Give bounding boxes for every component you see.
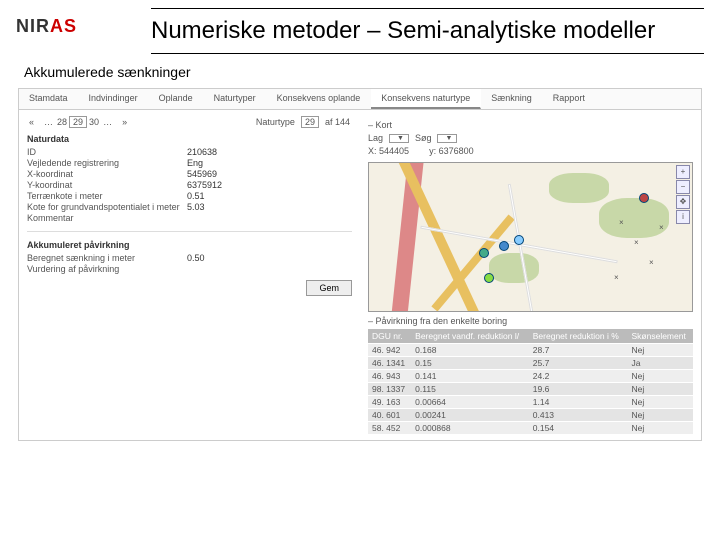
impact-table: DGU nr.Beregnet vandf. reduktion l/Bereg… [368, 329, 693, 434]
subtitle: Akkumulerede sænkninger [24, 64, 720, 80]
field-label: Kote for grundvandspotentialet i meter [27, 202, 187, 212]
field-label: Terrænkote i meter [27, 191, 187, 201]
tab-2[interactable]: Oplande [149, 89, 204, 109]
field-value: 5.03 [187, 202, 205, 212]
col-header: Skønselement [628, 329, 694, 344]
field-label: Kommentar [27, 213, 187, 223]
table-row[interactable]: 46. 9420.16828.7Nej [368, 344, 693, 357]
field-label: ID [27, 147, 187, 157]
info-icon[interactable]: i [676, 210, 690, 224]
map-point[interactable] [484, 273, 494, 283]
field-value: 6375912 [187, 180, 222, 190]
table-row[interactable]: 98. 13370.11519.6Nej [368, 383, 693, 396]
pager-page[interactable]: 30 [87, 117, 101, 127]
table-row[interactable]: 49. 1630.006641.14Nej [368, 396, 693, 409]
ptitle: – Påvirkning fra den enkelte boring [368, 316, 693, 326]
col-header: Beregnet reduktion i % [529, 329, 628, 344]
field-label: Beregnet sænkning i meter [27, 253, 187, 263]
field-label: Vejledende registrering [27, 158, 187, 168]
tab-0[interactable]: Stamdata [19, 89, 79, 109]
pager-page[interactable]: 29 [69, 116, 87, 128]
col-header: DGU nr. [368, 329, 411, 344]
field-label: Y-koordinat [27, 180, 187, 190]
pager-page[interactable]: … [42, 117, 55, 127]
field-value: 545969 [187, 169, 217, 179]
tab-3[interactable]: Naturtyper [204, 89, 267, 109]
map-point[interactable] [479, 248, 489, 258]
map[interactable]: × × × × × + − ✥ i [368, 162, 693, 312]
divider [151, 53, 704, 54]
pager-prev[interactable]: « [27, 117, 36, 127]
zoom-out-icon[interactable]: − [676, 180, 690, 194]
pan-icon[interactable]: ✥ [676, 195, 690, 209]
pager-total: af 144 [323, 117, 352, 127]
sog-dropdown[interactable]: ▼ [437, 134, 457, 143]
table-row[interactable]: 40. 6010.002410.413Nej [368, 409, 693, 422]
tab-6[interactable]: Sænkning [481, 89, 543, 109]
coord-y: y: 6376800 [429, 146, 474, 156]
lag-label: Lag [368, 133, 383, 143]
lag-dropdown[interactable]: ▼ [389, 134, 409, 143]
pager-page[interactable]: 28 [55, 117, 69, 127]
pager: « …282930… » Naturtype 29 af 144 [27, 116, 352, 128]
table-row[interactable]: 46. 9430.14124.2Nej [368, 370, 693, 383]
section-akk: Akkumuleret påvirkning [27, 240, 352, 250]
sog-label: Søg [415, 133, 432, 143]
field-label: Vurdering af påvirkning [27, 264, 187, 274]
zoom-in-icon[interactable]: + [676, 165, 690, 179]
section-naturdata: Naturdata [27, 134, 352, 144]
pager-next[interactable]: » [120, 117, 129, 127]
chevron-down-icon: ▼ [397, 135, 404, 142]
divider [151, 8, 704, 9]
map-point[interactable] [514, 235, 524, 245]
app-panel: StamdataIndvindingerOplandeNaturtyperKon… [18, 88, 702, 441]
field-value: 210638 [187, 147, 217, 157]
chevron-down-icon: ▼ [445, 135, 452, 142]
pager-page[interactable]: … [101, 117, 114, 127]
page-title: Numeriske metoder – Semi-analytiske mode… [151, 15, 704, 47]
field-value: 0.50 [187, 253, 205, 263]
tabs: StamdataIndvindingerOplandeNaturtyperKon… [19, 89, 701, 110]
table-row[interactable]: 46. 13410.1525.7Ja [368, 357, 693, 370]
coord-x: X: 544405 [368, 146, 409, 156]
table-row[interactable]: 58. 4520.0008680.154Nej [368, 422, 693, 435]
map-point[interactable] [639, 193, 649, 203]
tab-7[interactable]: Rapport [543, 89, 596, 109]
field-value: Eng [187, 158, 203, 168]
pager-label: Naturtype [254, 117, 297, 127]
tab-4[interactable]: Konsekvens oplande [267, 89, 372, 109]
field-value: 0.51 [187, 191, 205, 201]
kort-section: – Kort [368, 120, 693, 130]
gem-button[interactable]: Gem [306, 280, 352, 296]
tab-5[interactable]: Konsekvens naturtype [371, 89, 481, 109]
col-header: Beregnet vandf. reduktion l/ [411, 329, 529, 344]
map-point[interactable] [499, 241, 509, 251]
logo: NIRAS [16, 16, 101, 37]
tab-1[interactable]: Indvindinger [79, 89, 149, 109]
pager-current[interactable]: 29 [301, 116, 319, 128]
field-label: X-koordinat [27, 169, 187, 179]
